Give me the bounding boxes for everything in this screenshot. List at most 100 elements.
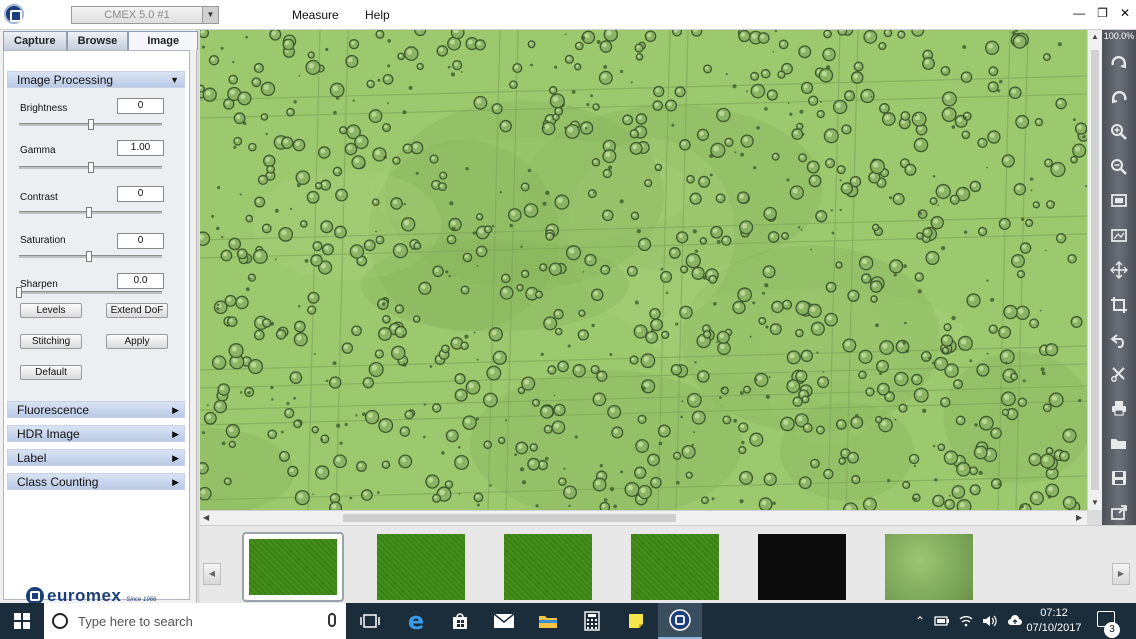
microphone-icon[interactable] <box>328 613 336 627</box>
undo-icon[interactable] <box>1109 330 1129 350</box>
gamma-slider[interactable] <box>19 162 162 173</box>
section-hdr-image[interactable]: HDR Image ▶ <box>7 425 185 442</box>
app-logo-icon <box>4 4 24 24</box>
brightness-slider[interactable] <box>19 119 162 130</box>
rotate-cw-icon[interactable] <box>1109 53 1129 73</box>
minimize-icon[interactable]: — <box>1073 6 1085 20</box>
sticky-notes-icon[interactable] <box>614 603 658 639</box>
camera-select[interactable]: CMEX 5.0 #1 ▼ <box>71 6 219 24</box>
gamma-label: Gamma <box>20 145 56 156</box>
slider-handle[interactable] <box>16 287 22 298</box>
saturation-value[interactable]: 0 <box>117 233 164 249</box>
scroll-down-icon[interactable]: ▼ <box>1091 498 1099 507</box>
calculator-icon[interactable] <box>570 603 614 639</box>
strip-right-icon[interactable]: ▶ <box>1112 563 1130 585</box>
slider-handle[interactable] <box>87 162 94 173</box>
section-class-counting[interactable]: Class Counting ▶ <box>7 473 185 490</box>
extend-dof-button[interactable]: Extend DoF <box>106 303 168 318</box>
system-tray: ⌃ <box>915 603 1023 639</box>
move-icon[interactable] <box>1109 260 1129 280</box>
contrast-label: Contrast <box>20 192 58 203</box>
contrast-value[interactable]: 0 <box>117 186 164 202</box>
title-bar: CMEX 5.0 #1 ▼ Measure Help — ❐ ✕ <box>0 0 1136 30</box>
tab-capture[interactable]: Capture <box>3 31 67 50</box>
taskbar-clock[interactable]: 07:12 07/10/2017 <box>1020 606 1088 636</box>
save-icon[interactable] <box>1109 468 1129 488</box>
thumbnail-item[interactable] <box>242 532 344 602</box>
default-button[interactable]: Default <box>20 365 82 380</box>
cut-icon[interactable] <box>1109 364 1129 384</box>
section-title: Fluorescence <box>17 403 90 417</box>
brightness-label: Brightness <box>20 103 68 114</box>
section-image-processing[interactable]: Image Processing ▼ <box>7 71 185 88</box>
tab-browse[interactable]: Browse <box>66 31 129 50</box>
close-icon[interactable]: ✕ <box>1120 6 1130 20</box>
scroll-up-icon[interactable]: ▲ <box>1091 32 1099 41</box>
sharpen-label: Sharpen <box>20 279 58 290</box>
section-fluorescence[interactable]: Fluorescence ▶ <box>7 401 185 418</box>
left-panel: Capture Browse Image Image Processing ▼ … <box>0 30 199 605</box>
slider-handle[interactable] <box>87 119 94 130</box>
tab-image[interactable]: Image <box>128 31 199 50</box>
print-icon[interactable] <box>1109 398 1129 418</box>
thumbnail-item[interactable] <box>885 534 973 600</box>
battery-icon[interactable] <box>934 615 950 627</box>
actual-size-icon[interactable] <box>1109 226 1129 246</box>
horizontal-scrollbar[interactable]: ◀ ▶ <box>200 510 1087 525</box>
chevron-up-icon[interactable]: ⌃ <box>915 614 925 628</box>
thumbnail-item[interactable] <box>631 534 719 600</box>
chevron-down-icon[interactable]: ▼ <box>202 7 218 23</box>
crop-icon[interactable] <box>1109 295 1129 315</box>
saturation-label: Saturation <box>20 235 66 246</box>
edge-icon[interactable]: e <box>394 603 438 639</box>
open-folder-icon[interactable] <box>1109 433 1129 453</box>
thumbnail-item[interactable] <box>504 534 592 600</box>
brightness-value[interactable]: 0 <box>117 98 164 114</box>
slider-handle[interactable] <box>86 207 93 218</box>
wifi-icon[interactable] <box>959 614 973 628</box>
store-icon[interactable] <box>438 603 482 639</box>
vertical-scrollbar[interactable]: ▲ ▼ <box>1087 30 1102 510</box>
panel-tabs: Capture Browse Image <box>3 31 199 50</box>
scroll-thumb[interactable] <box>343 514 676 522</box>
section-label[interactable]: Label ▶ <box>7 449 185 466</box>
stitching-button[interactable]: Stitching <box>20 334 82 349</box>
thumbnail-image <box>377 534 465 600</box>
start-button[interactable] <box>0 603 44 639</box>
mail-icon[interactable] <box>482 603 526 639</box>
microscope-image[interactable] <box>200 30 1087 510</box>
levels-button[interactable]: Levels <box>20 303 82 318</box>
export-icon[interactable] <box>1109 502 1129 522</box>
explorer-icon[interactable] <box>526 603 570 639</box>
zoom-out-icon[interactable] <box>1109 157 1129 177</box>
scroll-right-icon[interactable]: ▶ <box>1076 513 1082 522</box>
search-placeholder: Type here to search <box>78 613 193 629</box>
menu-measure[interactable]: Measure <box>292 8 339 22</box>
menu-help[interactable]: Help <box>365 8 390 22</box>
sharpen-value[interactable]: 0.0 <box>117 273 164 289</box>
contrast-slider[interactable] <box>19 207 162 218</box>
scroll-left-icon[interactable]: ◀ <box>203 513 209 522</box>
taskbar-search[interactable]: Type here to search <box>44 603 346 639</box>
rotate-ccw-icon[interactable] <box>1109 88 1129 108</box>
strip-left-icon[interactable]: ◀ <box>203 563 221 585</box>
zoom-in-icon[interactable] <box>1109 122 1129 142</box>
restore-icon[interactable]: ❐ <box>1097 6 1108 20</box>
cmex-app-icon[interactable] <box>658 603 702 639</box>
section-title: HDR Image <box>17 427 80 441</box>
saturation-slider[interactable] <box>19 251 162 262</box>
gamma-value[interactable]: 1.00 <box>117 140 164 156</box>
camera-select-value: CMEX 5.0 #1 <box>104 9 170 21</box>
image-processing-body: Brightness 0 Gamma 1.00 Contrast 0 Satur… <box>7 88 185 406</box>
thumbnail-item[interactable] <box>758 534 846 600</box>
windows-logo-icon <box>14 613 30 629</box>
image-tab-content: Image Processing ▼ Brightness 0 Gamma 1.… <box>3 50 190 600</box>
thumbnail-item[interactable] <box>377 534 465 600</box>
volume-icon[interactable] <box>982 614 998 628</box>
task-view-icon[interactable] <box>348 603 392 639</box>
sharpen-slider[interactable] <box>16 287 162 298</box>
fit-window-icon[interactable] <box>1109 191 1129 211</box>
scroll-thumb[interactable] <box>1091 50 1099 490</box>
apply-button[interactable]: Apply <box>106 334 168 349</box>
slider-handle[interactable] <box>86 251 93 262</box>
